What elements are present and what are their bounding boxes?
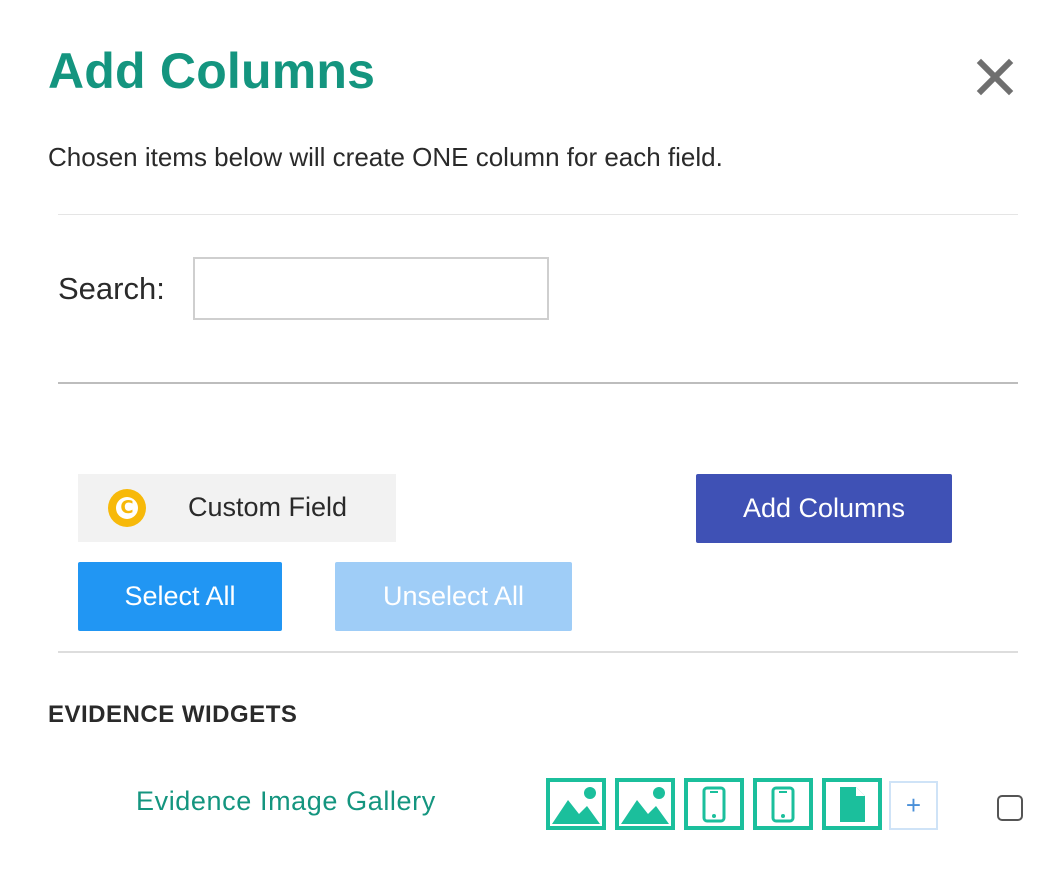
widget-row-label: Evidence Image Gallery (136, 786, 436, 816)
mobile-icon[interactable] (753, 778, 813, 830)
add-columns-dialog: Add Columns Chosen items below will crea… (0, 0, 1060, 876)
custom-field-badge-icon: C (108, 489, 146, 527)
divider (58, 651, 1018, 653)
select-all-button[interactable]: Select All (78, 562, 282, 631)
custom-field-badge-letter: C (116, 497, 138, 519)
dialog-subtitle: Chosen items below will create ONE colum… (48, 142, 723, 172)
divider (58, 214, 1018, 215)
document-icon[interactable] (822, 778, 882, 830)
dialog-title: Add Columns (48, 43, 376, 99)
close-button[interactable] (974, 56, 1016, 98)
image-icon[interactable] (546, 778, 606, 830)
section-heading: EVIDENCE WIDGETS (48, 701, 298, 728)
unselect-all-button[interactable]: Unselect All (335, 562, 572, 631)
divider (58, 382, 1018, 384)
widget-row-checkbox[interactable] (997, 795, 1023, 821)
plus-icon[interactable]: + (889, 781, 938, 830)
mobile-icon[interactable] (684, 778, 744, 830)
image-icon[interactable] (615, 778, 675, 830)
add-columns-button[interactable]: Add Columns (696, 474, 952, 543)
custom-field-label: Custom Field (188, 492, 348, 522)
search-input[interactable] (193, 257, 549, 320)
search-label: Search: (58, 271, 165, 306)
custom-field-button[interactable]: C Custom Field (78, 474, 396, 542)
close-icon[interactable] (974, 56, 1016, 98)
